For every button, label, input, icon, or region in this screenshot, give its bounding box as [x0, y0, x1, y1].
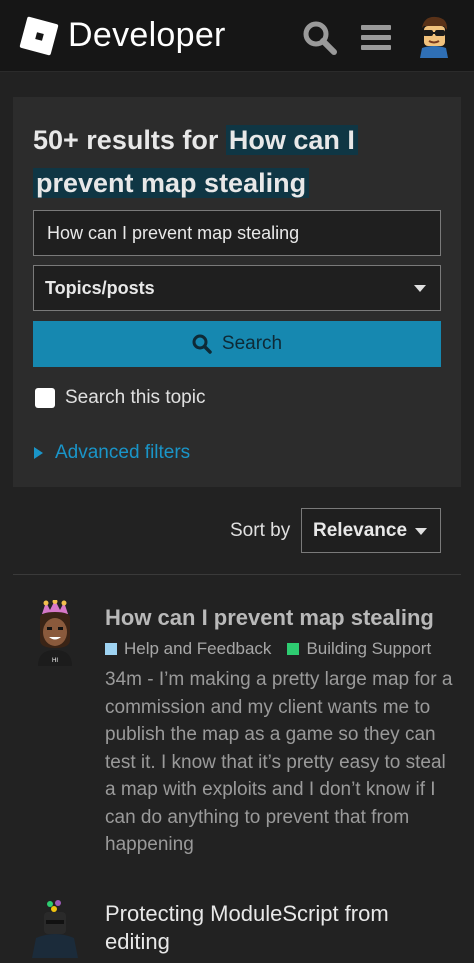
search-this-topic-checkbox[interactable]: [35, 388, 55, 408]
svg-text:HI: HI: [52, 658, 58, 664]
query-highlight-line2: prevent map stealing: [33, 168, 310, 198]
sort-by-label: Sort by: [230, 520, 291, 541]
search-icon[interactable]: [302, 20, 338, 56]
roblox-logo-icon: [19, 15, 59, 56]
results-count: 50+ results for: [33, 125, 226, 155]
advanced-filters-toggle[interactable]: Advanced filters: [34, 442, 190, 464]
developer-logo-link[interactable]: Developer: [19, 15, 226, 56]
search-this-topic-row[interactable]: Search this topic: [35, 387, 205, 409]
hamburger-menu-icon[interactable]: [360, 22, 392, 52]
category-badge[interactable]: Building Support: [287, 639, 431, 659]
search-panel: 50+ results for How can I prevent map ste…: [13, 97, 461, 487]
result-title[interactable]: Protecting ModuleScript from editing: [105, 900, 455, 956]
result-categories: Help and Feedback Building Support: [105, 639, 431, 659]
user-avatar[interactable]: [414, 14, 454, 58]
query-highlight-line1: How can I: [225, 125, 358, 155]
logo-text: Developer: [68, 16, 226, 54]
category-color-icon: [105, 643, 117, 655]
result-title[interactable]: How can I prevent map stealing: [105, 604, 455, 632]
search-type-value: Topics/posts: [45, 278, 155, 298]
top-header: Developer: [0, 0, 474, 72]
divider: [13, 574, 461, 575]
result-blurb[interactable]: 34m - I’m making a pretty large map for …: [105, 666, 460, 859]
search-button[interactable]: Search: [33, 321, 441, 367]
search-type-select[interactable]: Topics/posts: [33, 265, 441, 311]
caret-right-icon: [34, 447, 43, 459]
sort-value: Relevance: [313, 520, 408, 541]
category-color-icon: [287, 643, 300, 655]
search-button-label: Search: [221, 333, 283, 354]
search-input[interactable]: How can I prevent map stealing: [33, 210, 441, 256]
sort-select[interactable]: Relevance: [301, 508, 441, 553]
advanced-filters-label: Advanced filters: [55, 442, 191, 463]
caret-down-icon: [415, 528, 427, 535]
category-label: Help and Feedback: [124, 639, 272, 658]
search-icon: [192, 334, 212, 354]
search-this-topic-label[interactable]: Search this topic: [65, 387, 205, 409]
results-title: 50+ results for How can I prevent map ste…: [33, 119, 453, 205]
category-badge[interactable]: Help and Feedback: [105, 639, 271, 659]
caret-down-icon: [414, 285, 426, 292]
category-label: Building Support: [306, 639, 432, 658]
author-avatar[interactable]: [30, 900, 80, 960]
author-avatar[interactable]: HI: [30, 599, 80, 666]
